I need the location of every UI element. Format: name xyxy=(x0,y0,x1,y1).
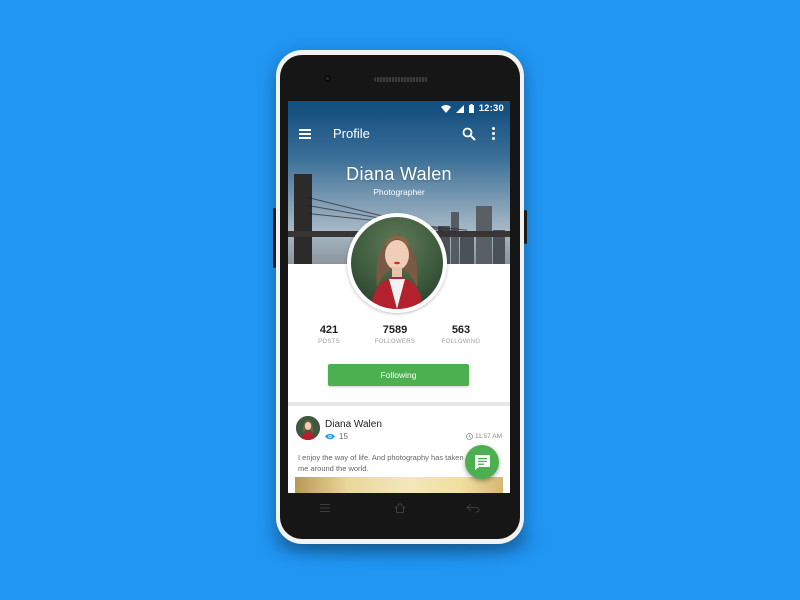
post-time-text: 11:57 AM xyxy=(475,433,502,440)
stat-followers[interactable]: 7589 FOLLOWERS xyxy=(365,324,425,345)
skyline-building xyxy=(451,212,459,264)
earpiece-speaker xyxy=(374,77,428,82)
front-camera xyxy=(324,75,331,82)
app-toolbar: Profile xyxy=(288,116,510,152)
post-views-count: 15 xyxy=(339,432,348,441)
avatar[interactable] xyxy=(347,213,447,313)
wifi-icon xyxy=(440,104,451,113)
status-time: 12:30 xyxy=(478,103,504,114)
menu-icon[interactable] xyxy=(299,129,311,139)
clock-icon xyxy=(466,433,473,440)
search-icon[interactable] xyxy=(462,127,476,141)
post-text: I enjoy the way of life. And photography… xyxy=(298,453,464,473)
stat-following[interactable]: 563 FOLLOWING xyxy=(431,324,491,345)
more-vert-icon[interactable] xyxy=(492,127,496,141)
post-image[interactable] xyxy=(295,477,503,493)
toolbar-title: Profile xyxy=(333,126,370,141)
signal-icon xyxy=(455,104,464,113)
stat-value: 563 xyxy=(451,324,471,336)
back-key-icon[interactable] xyxy=(466,502,480,514)
battery-icon xyxy=(468,104,474,113)
chat-icon xyxy=(475,455,490,470)
profile-role: Photographer xyxy=(373,187,425,197)
home-key-icon[interactable] xyxy=(394,502,406,514)
hardware-nav-bar xyxy=(290,498,510,520)
stat-label: POSTS xyxy=(318,339,340,345)
profile-stats: 421 POSTS 7589 FOLLOWERS 563 FOLLOWING xyxy=(288,324,510,348)
post-author[interactable]: Diana Walen xyxy=(325,419,382,430)
status-bar: 12:30 xyxy=(288,101,510,116)
post-avatar[interactable] xyxy=(296,416,320,440)
post-views: 15 xyxy=(325,432,348,441)
stat-value: 7589 xyxy=(382,324,408,336)
stat-value: 421 xyxy=(319,324,339,336)
app-screen: 12:30 Profile Diana Walen Photographer 4… xyxy=(288,101,510,493)
following-button[interactable]: Following xyxy=(328,364,469,386)
menu-key-icon[interactable] xyxy=(319,502,331,514)
stat-label: FOLLOWERS xyxy=(374,339,416,345)
volume-button xyxy=(273,208,276,268)
post-time: 11:57 AM xyxy=(466,433,502,440)
power-button xyxy=(524,210,527,244)
avatar-photo xyxy=(351,217,443,309)
eye-icon xyxy=(325,433,335,440)
stat-label: FOLLOWING xyxy=(441,339,481,345)
stat-posts[interactable]: 421 POSTS xyxy=(299,324,359,345)
profile-name: Diana Walen xyxy=(346,164,452,184)
chat-fab-button[interactable] xyxy=(465,445,499,479)
skyline-building xyxy=(460,234,474,264)
